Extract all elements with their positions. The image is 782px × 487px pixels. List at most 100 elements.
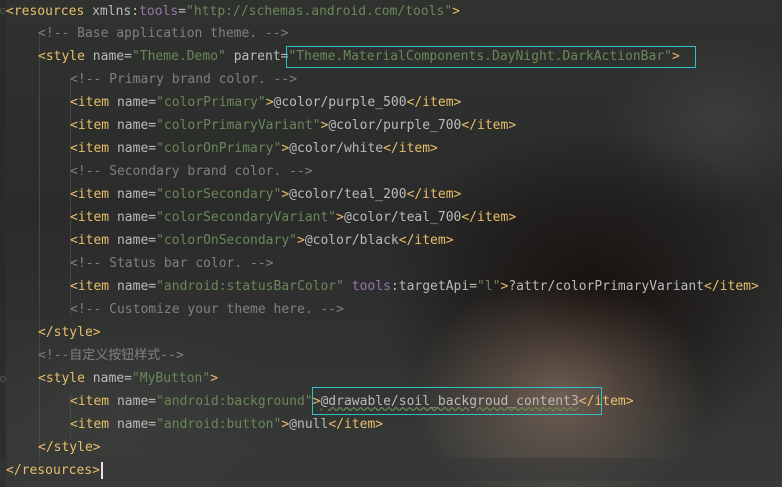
attr-value: "colorOnSecondary" — [156, 233, 297, 248]
attr-value: "colorSecondaryVariant" — [156, 210, 337, 225]
namespace: tools — [139, 4, 179, 19]
attr-value: "colorSecondary" — [156, 187, 282, 202]
attr-name: name — [92, 49, 125, 64]
item-value: @color/purple_500 — [273, 95, 407, 110]
comment: <!-- Base application theme. --> — [38, 26, 289, 41]
attr-name: targetApi — [398, 279, 470, 294]
item-close: </item> — [704, 279, 759, 294]
item-open: <item — [70, 394, 110, 409]
item-close: </item> — [461, 118, 517, 133]
equals: = — [178, 4, 187, 19]
code-line-19[interactable]: <item name="android:button">@null</item> — [70, 413, 383, 436]
tag-name: resources — [13, 4, 85, 19]
attr-value: "android:statusBarColor" — [156, 279, 344, 294]
attr-name: name= — [109, 141, 157, 156]
tag-bracket: < — [38, 371, 46, 386]
item-open: <item — [70, 233, 110, 248]
item-open: <item — [70, 417, 110, 432]
attr-name: parent — [233, 49, 281, 64]
item-open: <item — [70, 95, 110, 110]
attr-name: name= — [109, 118, 157, 133]
item-close: </item> — [398, 233, 454, 248]
item-value: @null — [289, 417, 329, 432]
code-line-1[interactable]: <resources xmlns:tools="http://schemas.a… — [6, 0, 460, 23]
attr-name: name= — [109, 210, 157, 225]
item-value: @color/white — [289, 141, 384, 156]
item-open: <item — [70, 187, 110, 202]
tag-bracket: > — [297, 233, 305, 248]
attr-name: name= — [109, 279, 157, 294]
attr-name: name= — [109, 394, 157, 409]
closing-tag: </style> — [38, 440, 101, 455]
attr-name: name — [92, 371, 125, 386]
code-line-5[interactable]: <item name="colorPrimary">@color/purple_… — [70, 91, 461, 114]
code-line-13[interactable]: <item name="android:statusBarColor" tool… — [70, 275, 759, 298]
closing-tag: </style> — [38, 325, 101, 340]
comment: <!-- Customize your theme here. --> — [70, 302, 344, 317]
code-line-8[interactable]: <!-- Secondary brand color. --> — [70, 160, 313, 183]
item-close: </item> — [461, 210, 517, 225]
editor-gutter — [0, 0, 6, 487]
attr-value: "colorOnPrimary" — [156, 141, 282, 156]
code-line-7[interactable]: <item name="colorOnPrimary">@color/white… — [70, 137, 438, 160]
item-open: <item — [70, 279, 110, 294]
code-line-2[interactable]: <!-- Base application theme. --> — [38, 22, 288, 45]
item-open: <item — [70, 210, 110, 225]
attr-name: xmlns — [92, 4, 132, 19]
attr-name: name= — [109, 95, 157, 110]
tag-bracket: > — [281, 417, 290, 432]
comment: <!-- Primary brand color. --> — [70, 72, 297, 87]
code-line-16[interactable]: <!--自定义按钮样式--> — [38, 344, 184, 367]
item-close: </item> — [383, 141, 438, 156]
attr-value: "colorPrimaryVariant" — [156, 118, 321, 133]
item-close: </item> — [328, 417, 384, 432]
code-line-4[interactable]: <!-- Primary brand color. --> — [70, 68, 297, 91]
tag-bracket: > — [210, 371, 219, 386]
closing-tag: </resources> — [6, 463, 100, 478]
code-line-12[interactable]: <!-- Status bar color. --> — [70, 252, 274, 275]
tag-bracket: > — [452, 4, 460, 19]
code-line-11[interactable]: <item name="colorOnSecondary">@color/bla… — [70, 229, 454, 252]
attr-value: "l" — [477, 279, 501, 294]
item-value: @color/purple_700 — [328, 118, 462, 133]
item-open: <item — [70, 141, 110, 156]
colon: : — [131, 4, 140, 19]
code-editor[interactable]: <resources xmlns:tools="http://schemas.a… — [0, 0, 782, 487]
indent-guide — [39, 33, 40, 468]
tag-bracket: > — [336, 210, 344, 225]
item-close: </item> — [406, 95, 462, 110]
attr-value: "android:background" — [156, 394, 313, 409]
code-line-14[interactable]: <!-- Customize your theme here. --> — [70, 298, 344, 321]
search-highlight — [286, 46, 696, 68]
tag-bracket: < — [6, 4, 14, 19]
search-highlight — [312, 387, 602, 415]
item-value: @color/teal_200 — [289, 187, 407, 202]
item-value: @color/teal_700 — [343, 210, 462, 225]
code-line-10[interactable]: <item name="colorSecondaryVariant">@colo… — [70, 206, 516, 229]
tag-bracket: < — [38, 49, 46, 64]
tag-bracket: > — [281, 187, 290, 202]
tag-name: style — [45, 371, 85, 386]
code-line-6[interactable]: <item name="colorPrimaryVariant">@color/… — [70, 114, 516, 137]
tag-bracket: > — [281, 141, 290, 156]
fold-marker-icon[interactable] — [0, 376, 6, 382]
attr-name: name= — [109, 233, 157, 248]
item-value: ?attr/colorPrimaryVariant — [508, 279, 705, 294]
tag-bracket: > — [265, 95, 274, 110]
current-line-highlight — [0, 458, 782, 481]
attr-value: "android:button" — [156, 417, 282, 432]
code-line-9[interactable]: <item name="colorSecondary">@color/teal_… — [70, 183, 461, 206]
attr-name: name= — [109, 417, 157, 432]
text-caret — [101, 462, 103, 479]
attr-value: "http://schemas.android.com/tools" — [186, 4, 453, 19]
namespace: tools — [351, 279, 391, 294]
attr-value: "Theme.Demo" — [131, 49, 226, 64]
code-line-15[interactable]: </style> — [38, 321, 101, 344]
code-line-21[interactable]: </resources> — [6, 459, 100, 482]
code-line-17[interactable]: <style name="MyButton"> — [38, 367, 218, 390]
code-line-20[interactable]: </style> — [38, 436, 101, 459]
comment: <!-- Secondary brand color. --> — [70, 164, 313, 179]
attr-value: "MyButton" — [131, 371, 211, 386]
tag-name: style — [45, 49, 85, 64]
